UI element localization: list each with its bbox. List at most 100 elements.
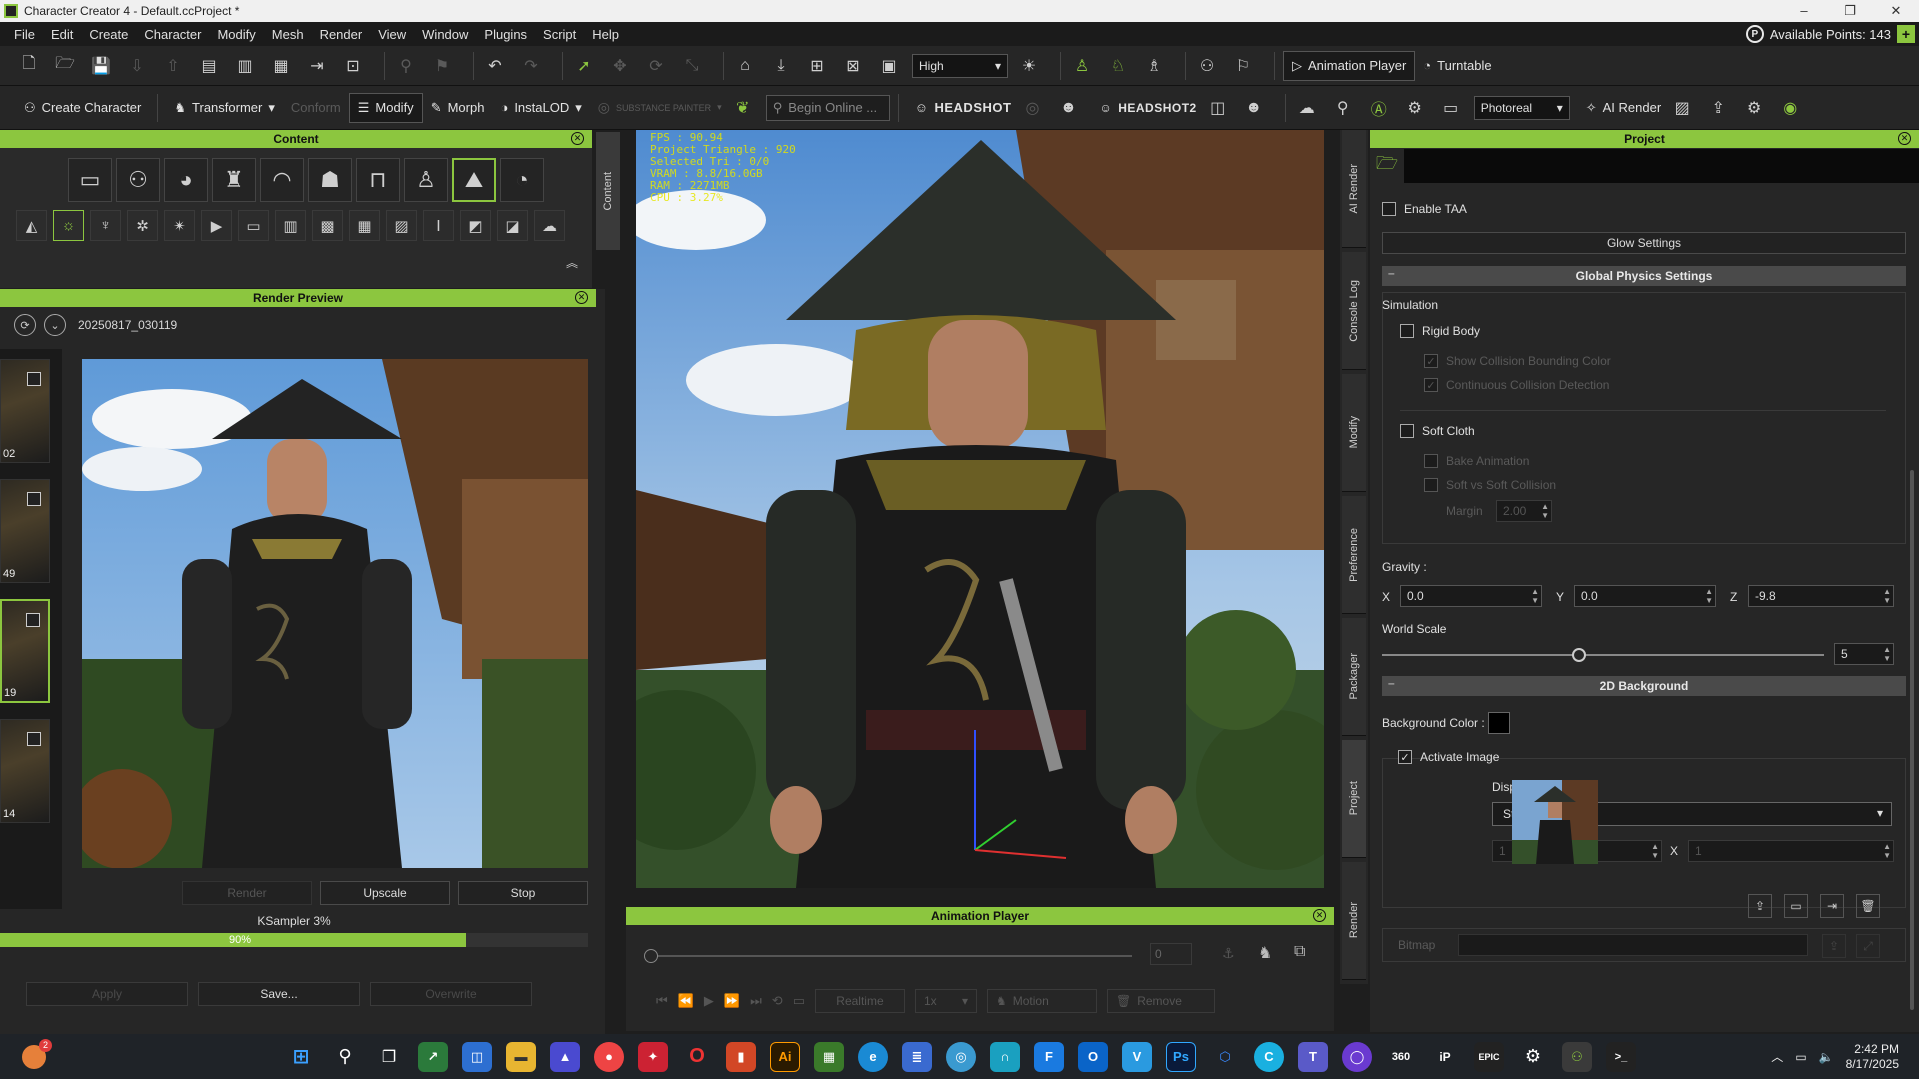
frame-selected-icon[interactable]: ⊠ (840, 53, 866, 79)
go-end-icon[interactable]: ⏭ (750, 993, 762, 1009)
2d-background-section[interactable]: –2D Background (1382, 676, 1906, 696)
close-icon[interactable]: ✕ (571, 132, 584, 145)
realtime-button[interactable]: Realtime (814, 989, 905, 1013)
teams-icon[interactable]: T (1298, 1041, 1328, 1072)
tab-console-log[interactable]: Console Log (1342, 252, 1366, 370)
tab-packager[interactable]: Packager (1342, 618, 1366, 736)
stock-app-icon[interactable]: ↗ (418, 1041, 448, 1072)
render-button[interactable]: Render (182, 881, 312, 905)
tab-render[interactable]: Render (1342, 862, 1366, 980)
home-icon[interactable]: ⌂ (732, 53, 758, 79)
menu-script[interactable]: Script (535, 27, 584, 42)
speed-select[interactable]: 1x ▾ (914, 989, 977, 1013)
epic-icon[interactable]: EPIC (1474, 1041, 1504, 1072)
window-icon[interactable]: ⧉ (1294, 943, 1305, 961)
camera-icon[interactable]: ▣ (876, 53, 902, 79)
subtitle-icon[interactable]: ▭ (793, 993, 805, 1009)
hair-icon[interactable]: ◠ (260, 158, 304, 202)
close-icon[interactable]: ✕ (575, 291, 588, 304)
extra-content-icon[interactable]: ◔ (500, 158, 544, 202)
thumbnail-checkbox[interactable] (27, 372, 41, 386)
menu-plugins[interactable]: Plugins (476, 27, 535, 42)
tab-ai-render[interactable]: AI Render (1342, 130, 1366, 248)
chrome-icon[interactable]: ● (594, 1041, 624, 1072)
gear-icon[interactable]: ⚙ (1741, 95, 1767, 121)
fbx-export-icon[interactable]: ▥ (232, 53, 258, 79)
motion-icon[interactable]: ♘ (1105, 53, 1131, 79)
horse-icon[interactable]: ♞ (1258, 943, 1272, 963)
terminal-icon[interactable]: >_ (1606, 1041, 1636, 1072)
world-scale-track[interactable] (1382, 654, 1824, 656)
morph-button[interactable]: ✎ Morph (423, 93, 493, 123)
buy-points-button[interactable]: + (1897, 25, 1915, 43)
glow-settings-button[interactable]: Glow Settings (1382, 232, 1906, 254)
redo-icon[interactable]: ↷ (518, 53, 544, 79)
activate-image-row[interactable]: ✓ Activate Image (1398, 750, 1499, 764)
remove-button[interactable]: 🗑 Remove (1106, 989, 1215, 1013)
import-icon[interactable]: ⇩ (124, 53, 150, 79)
menu-render[interactable]: Render (312, 27, 371, 42)
margin-input[interactable]: 2.00 ▲ ▼ (1496, 500, 1552, 522)
enable-taa-checkbox[interactable] (1382, 202, 1396, 216)
thumbnail-checkbox[interactable] (26, 613, 40, 627)
enable-taa-row[interactable]: Enable TAA (1382, 202, 1467, 216)
list-item[interactable]: 19 (0, 599, 50, 703)
menu-character[interactable]: Character (136, 27, 209, 42)
go-start-icon[interactable]: ⏮ (656, 993, 668, 1009)
online-search-input[interactable]: ⚲ Begin Online ... (765, 94, 890, 121)
save-button[interactable]: Save... (198, 982, 360, 1006)
light-icon[interactable]: ☀ (1016, 53, 1042, 79)
app-c-icon[interactable]: C (1254, 1041, 1284, 1072)
menu-mesh[interactable]: Mesh (264, 27, 312, 42)
cloud-icon[interactable]: ☁ (534, 210, 565, 241)
menu-window[interactable]: Window (414, 27, 476, 42)
export-image-icon[interactable]: ⇥ (1820, 894, 1844, 918)
head2-icon[interactable]: ☻ (1241, 95, 1267, 121)
accessory-icon[interactable]: ☗ (308, 158, 352, 202)
collapse-icon[interactable]: ︽ (566, 254, 578, 271)
tab-project[interactable]: Project (1342, 740, 1366, 858)
pose-icon[interactable]: ♙ (1069, 53, 1095, 79)
notepad-icon[interactable]: ≣ (902, 1041, 932, 1072)
app-f-icon[interactable]: F (1034, 1041, 1064, 1072)
minecraft-icon[interactable]: ▦ (814, 1041, 844, 1072)
turntable-button[interactable]: ◔ Turntable (1415, 51, 1499, 81)
outlook-icon[interactable]: O (1078, 1041, 1108, 1072)
store-icon[interactable]: ◫ (462, 1041, 492, 1072)
bake-animation-row[interactable]: Bake Animation (1424, 454, 1529, 468)
list-item[interactable]: 14 (0, 719, 50, 823)
select-icon[interactable]: ➚ (571, 53, 597, 79)
gravity-x-input[interactable]: 0.0 ▲ ▼ (1400, 585, 1542, 607)
loop-icon[interactable]: ⚓ (1222, 945, 1235, 962)
refresh-icon[interactable]: ⟳ (14, 314, 36, 336)
export-image-icon[interactable]: ⇪ (1705, 95, 1731, 121)
frame-icon[interactable]: ▭ (238, 210, 269, 241)
world-scale-slider[interactable] (1572, 648, 1586, 662)
pattern-icon[interactable]: ▩ (312, 210, 343, 241)
illustrator-icon[interactable]: Ai (770, 1041, 800, 1072)
save-icon[interactable]: 💾 (88, 53, 114, 79)
animation-player-button[interactable]: ▷ Animation Player (1283, 50, 1416, 81)
checker-icon[interactable]: ▦ (349, 210, 380, 241)
body-icon[interactable]: ♗ (1141, 53, 1167, 79)
globe-icon[interactable]: ◎ (946, 1041, 976, 1072)
ai-render-button[interactable]: ✧ AI Render (1578, 93, 1669, 123)
move-icon[interactable]: ✥ (607, 53, 633, 79)
plugin-icon[interactable]: ❦ (730, 95, 756, 121)
lamp-icon[interactable]: ♆ (90, 210, 121, 241)
project-folder-icon[interactable]: 🗁 (1370, 149, 1404, 183)
menu-view[interactable]: View (370, 27, 414, 42)
gravity-y-input[interactable]: 0.0 ▲ ▼ (1574, 585, 1716, 607)
modify-button[interactable]: ☰ Modify (348, 92, 423, 123)
soft-cloth-row[interactable]: Soft Cloth (1400, 424, 1475, 438)
bitmap-path-input[interactable] (1458, 934, 1808, 956)
pose-content-icon[interactable]: ♙ (404, 158, 448, 202)
soft-cloth-checkbox[interactable] (1400, 424, 1414, 438)
timeline-scrubber[interactable] (644, 949, 658, 963)
step-back-icon[interactable]: ⏪ (678, 993, 694, 1009)
clock[interactable]: 2:42 PM 8/17/2025 (1846, 1042, 1899, 1072)
list-item[interactable]: 02 (0, 359, 50, 463)
link-icon[interactable]: ⚲ (393, 53, 419, 79)
chevron-down-icon[interactable]: ⌄ (44, 314, 66, 336)
new-file-icon[interactable]: 🗋 (16, 53, 42, 79)
